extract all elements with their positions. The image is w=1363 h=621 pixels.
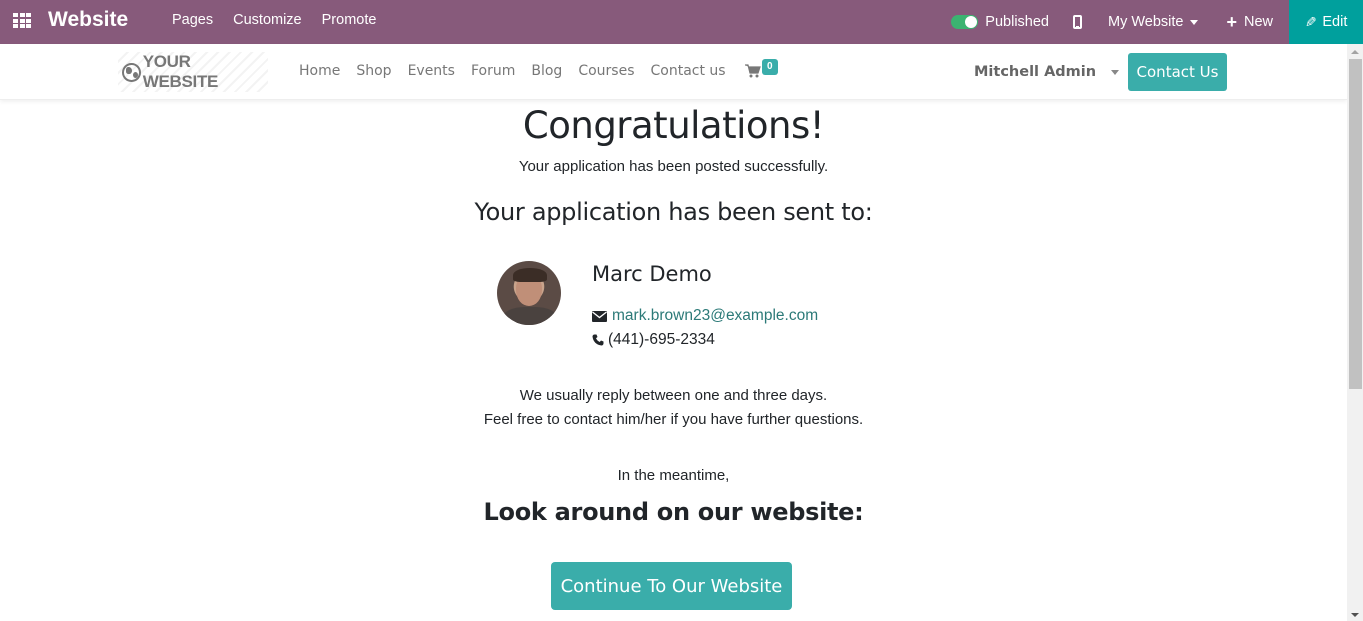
user-menu-dropdown[interactable]: Mitchell Admin bbox=[974, 64, 1120, 80]
new-label: New bbox=[1243, 14, 1273, 30]
nav-blog[interactable]: Blog bbox=[531, 63, 562, 79]
app-title[interactable]: Website bbox=[48, 8, 128, 32]
contact-phone-row: (441)-695-2334 bbox=[592, 331, 715, 349]
pencil-icon: ✎ bbox=[1304, 13, 1317, 30]
nav-courses[interactable]: Courses bbox=[578, 63, 634, 79]
nav-contact-us[interactable]: Contact us bbox=[650, 63, 725, 79]
continue-to-website-button[interactable]: Continue To Our Website bbox=[551, 562, 792, 610]
website-navbar: YOUR WEBSITE Home Shop Events Forum Blog… bbox=[0, 44, 1347, 100]
caret-down-icon bbox=[1111, 69, 1120, 75]
globe-icon bbox=[122, 62, 141, 82]
success-message: Your application has been posted success… bbox=[518, 158, 829, 175]
page-title: Congratulations! bbox=[522, 104, 825, 147]
user-name: Mitchell Admin bbox=[974, 64, 1097, 80]
logo-text: YOUR WEBSITE bbox=[142, 52, 219, 91]
my-website-dropdown[interactable]: My Website bbox=[1107, 14, 1199, 30]
mobile-preview-icon[interactable] bbox=[1072, 15, 1082, 29]
toggle-switch-icon[interactable] bbox=[951, 15, 979, 29]
reply-info-line-1: We usually reply between one and three d… bbox=[519, 387, 828, 404]
admin-topbar: Website Pages Customize Promote Publishe… bbox=[0, 0, 1363, 44]
nav-forum[interactable]: Forum bbox=[471, 63, 515, 79]
vertical-scrollbar[interactable] bbox=[1347, 44, 1363, 621]
contact-email-row: mark.brown23@example.com bbox=[592, 307, 818, 325]
scroll-up-arrow-icon[interactable] bbox=[1351, 50, 1359, 54]
menu-pages[interactable]: Pages bbox=[172, 12, 213, 28]
nav-home[interactable]: Home bbox=[299, 63, 340, 79]
meantime-text: In the meantime, bbox=[617, 467, 730, 484]
menu-promote[interactable]: Promote bbox=[322, 12, 377, 28]
contact-us-button[interactable]: Contact Us bbox=[1128, 53, 1227, 91]
contact-phone: (441)-695-2334 bbox=[608, 331, 715, 348]
site-logo[interactable]: YOUR WEBSITE bbox=[118, 52, 268, 92]
contact-email-link[interactable]: mark.brown23@example.com bbox=[612, 307, 818, 325]
new-button[interactable]: + New bbox=[1226, 13, 1273, 31]
envelope-icon bbox=[592, 310, 607, 322]
plus-icon: + bbox=[1226, 12, 1237, 32]
reply-info-line-2: Feel free to contact him/her if you have… bbox=[483, 411, 864, 428]
topbar-actions: Published My Website + New ✎ Edit bbox=[951, 0, 1363, 44]
caret-down-icon bbox=[1190, 19, 1199, 25]
edit-label: Edit bbox=[1322, 14, 1348, 30]
nav-links: Home Shop Events Forum Blog Courses Cont… bbox=[299, 63, 726, 79]
nav-shop[interactable]: Shop bbox=[356, 63, 391, 79]
edit-button[interactable]: ✎ Edit bbox=[1289, 0, 1363, 44]
top-menu: Pages Customize Promote bbox=[172, 12, 376, 28]
cart-count-badge: 0 bbox=[762, 59, 778, 75]
cart-icon[interactable] bbox=[745, 64, 761, 78]
menu-customize[interactable]: Customize bbox=[233, 12, 302, 28]
nav-events[interactable]: Events bbox=[408, 63, 455, 79]
published-label: Published bbox=[985, 14, 1049, 30]
scrollbar-thumb[interactable] bbox=[1349, 59, 1362, 389]
apps-grid-icon[interactable] bbox=[13, 13, 31, 29]
scroll-down-arrow-icon[interactable] bbox=[1351, 613, 1359, 617]
my-website-label: My Website bbox=[1107, 14, 1184, 30]
contact-name: Marc Demo bbox=[592, 262, 712, 286]
look-around-heading: Look around on our website: bbox=[483, 498, 864, 526]
sent-to-heading: Your application has been sent to: bbox=[474, 198, 873, 226]
published-toggle[interactable]: Published bbox=[951, 14, 1049, 30]
contact-avatar bbox=[497, 261, 561, 325]
phone-icon bbox=[592, 334, 604, 346]
